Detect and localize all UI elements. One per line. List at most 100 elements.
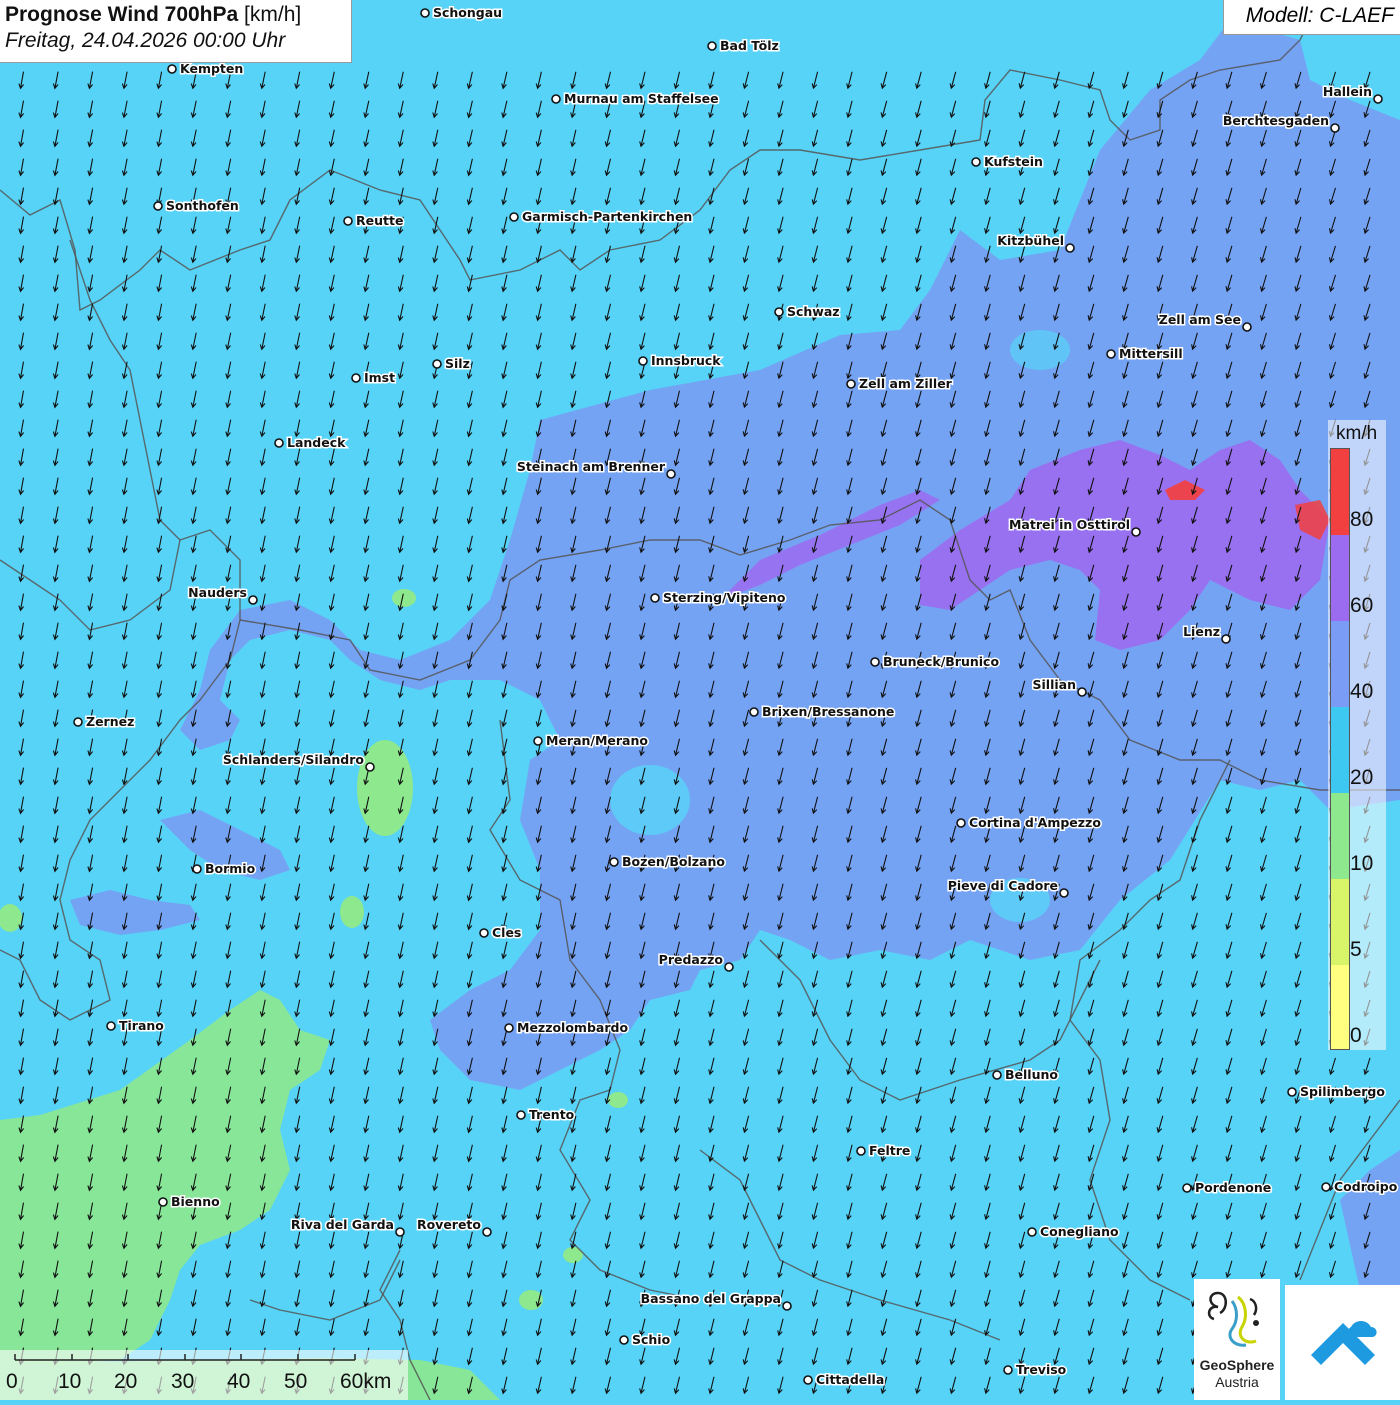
city-label: Trento: [529, 1107, 575, 1122]
color-legend: km/h 80 60 40 20 10 5 0: [1328, 420, 1386, 1050]
city-marker[interactable]: Sonthofen: [153, 197, 240, 215]
city-label: Zell am Ziller: [859, 376, 953, 391]
city-dot-icon: [432, 359, 442, 369]
scale-tick-20: 20: [114, 1370, 138, 1393]
city-dot-icon: [650, 593, 660, 603]
city-dot-icon: [1242, 322, 1252, 332]
city-dot-icon: [971, 157, 981, 167]
map-title: Prognose Wind 700hPa [km/h]: [5, 3, 346, 27]
city-dot-icon: [774, 307, 784, 317]
geosphere-logo[interactable]: GeoSphere Austria: [1194, 1279, 1280, 1400]
city-dot-icon: [749, 707, 759, 717]
city-label: Schlanders/Silandro: [223, 752, 365, 767]
scale-bar-line: [14, 1354, 356, 1361]
city-label: Cittadella: [816, 1372, 884, 1387]
city-label: Berchtesgaden: [1223, 113, 1329, 128]
legend-tick-20: 20: [1350, 766, 1374, 789]
city-label: Sillian: [1033, 677, 1076, 692]
city-label: Bad Tölz: [720, 38, 779, 53]
scale-tick-30: 30: [171, 1370, 195, 1393]
city-marker[interactable]: Schongau: [420, 4, 504, 22]
city-label: Riva del Garda: [291, 1217, 394, 1232]
city-dot-icon: [274, 438, 284, 448]
city-dot-icon: [724, 962, 734, 972]
city-marker[interactable]: Brixen/Bressanone: [749, 703, 896, 721]
legend-seg-60: [1331, 535, 1349, 621]
city-marker[interactable]: Cortina d'Ampezzo: [956, 814, 1103, 832]
geosphere-logo-sub: Austria: [1215, 1374, 1259, 1390]
geosphere-emblem-icon: [1207, 1291, 1259, 1347]
city-dot-icon: [420, 8, 430, 18]
city-marker[interactable]: Bozen/Bolzano: [609, 853, 727, 871]
city-label: Steinach am Brenner: [517, 459, 666, 474]
city-marker[interactable]: Murnau am Staffelsee: [551, 90, 720, 108]
city-dot-icon: [73, 717, 83, 727]
city-dot-icon: [551, 94, 561, 104]
city-marker[interactable]: Meran/Merano: [533, 732, 650, 750]
city-dot-icon: [1077, 687, 1087, 697]
wind-map[interactable]: Schongau Bad Tölz Kempten Murnau am Staffel…: [0, 0, 1400, 1400]
city-label: Reutte: [356, 213, 403, 228]
scale-tick-40: 40: [227, 1370, 251, 1393]
city-dot-icon: [1106, 349, 1116, 359]
city-label: Schwaz: [787, 304, 840, 319]
legend-unit: km/h: [1336, 423, 1378, 444]
city-marker[interactable]: Kempten: [167, 60, 245, 78]
city-dot-icon: [482, 1227, 492, 1237]
legend-tick-10: 10: [1350, 852, 1374, 875]
city-marker[interactable]: Zell am Ziller: [846, 375, 954, 393]
city-dot-icon: [343, 216, 353, 226]
city-dot-icon: [803, 1375, 813, 1385]
city-marker[interactable]: Garmisch-Partenkirchen: [509, 208, 694, 226]
scale-tick-10: 10: [58, 1370, 82, 1393]
city-marker[interactable]: Mezzolombardo: [504, 1019, 630, 1037]
city-marker[interactable]: Innsbruck: [638, 352, 723, 370]
city-label: Cles: [492, 925, 521, 940]
legend-seg-10: [1331, 793, 1349, 879]
city-label: Codroipo: [1334, 1179, 1398, 1194]
city-label: Cortina d'Ampezzo: [969, 815, 1101, 830]
city-label: Nauders: [188, 585, 247, 600]
scale-tick-60km: 60km: [340, 1370, 392, 1393]
city-label: Mezzolombardo: [517, 1020, 628, 1035]
city-dot-icon: [956, 818, 966, 828]
city-dot-icon: [870, 657, 880, 667]
city-dot-icon: [153, 201, 163, 211]
city-dot-icon: [395, 1227, 405, 1237]
city-marker[interactable]: Bruneck/Brunico: [870, 653, 1001, 671]
city-label: Feltre: [869, 1143, 910, 1158]
title-box: Prognose Wind 700hPa [km/h] Freitag, 24.…: [0, 0, 352, 63]
city-label: Belluno: [1005, 1067, 1058, 1082]
city-label: Kitzbühel: [997, 233, 1064, 248]
city-dot-icon: [192, 864, 202, 874]
city-dot-icon: [479, 928, 489, 938]
map-title-unit: [km/h]: [244, 3, 302, 26]
city-marker[interactable]: Conegliano: [1027, 1223, 1120, 1241]
city-dot-icon: [1373, 94, 1383, 104]
city-label: Bruneck/Brunico: [883, 654, 999, 669]
city-label: Bormio: [205, 861, 256, 876]
scale-tick-0: 0: [6, 1370, 18, 1393]
legend-tick-60: 60: [1350, 594, 1374, 617]
city-dot-icon: [1330, 123, 1340, 133]
city-marker[interactable]: Mittersill: [1106, 345, 1184, 363]
city-marker[interactable]: Pordenone: [1182, 1179, 1273, 1197]
forecast-datetime: Freitag, 24.04.2026 00:00 Uhr: [5, 29, 286, 52]
city-label: Rovereto: [417, 1217, 481, 1232]
city-marker[interactable]: Cittadella: [803, 1371, 886, 1389]
city-dot-icon: [856, 1146, 866, 1156]
zone-20-40-gap-c: [1010, 330, 1070, 370]
city-dot-icon: [666, 469, 676, 479]
weather-app-logo[interactable]: [1285, 1285, 1400, 1400]
legend-tick-0: 0: [1350, 1024, 1362, 1047]
city-label: Meran/Merano: [546, 733, 648, 748]
city-marker[interactable]: Sterzing/Vipiteno: [650, 589, 787, 607]
city-label: Pordenone: [1195, 1180, 1271, 1195]
city-marker[interactable]: Spilimbergo: [1287, 1083, 1387, 1101]
geosphere-logo-name: GeoSphere: [1199, 1357, 1275, 1373]
city-label: Conegliano: [1040, 1224, 1119, 1239]
city-marker[interactable]: Codroipo: [1321, 1178, 1399, 1196]
city-label: Spilimbergo: [1300, 1084, 1385, 1099]
model-label: Modell: C-LAEF: [1223, 0, 1400, 35]
city-dot-icon: [992, 1070, 1002, 1080]
